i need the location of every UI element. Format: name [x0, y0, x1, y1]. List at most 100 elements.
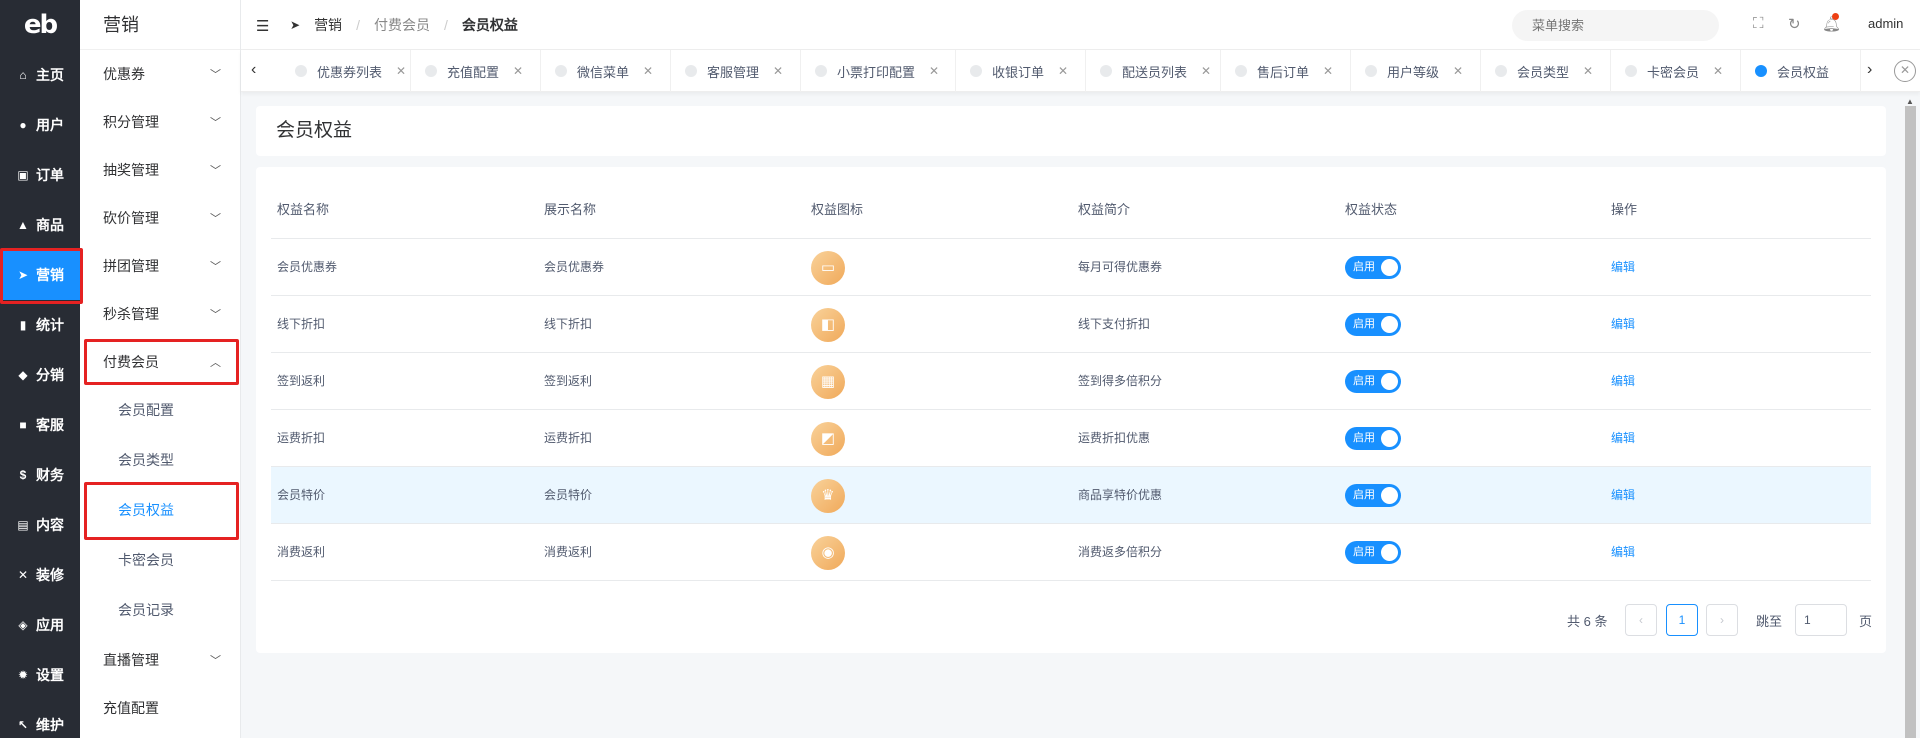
tab-item[interactable]: 充值配置 ✕ — [411, 50, 541, 92]
tab-close-icon[interactable]: ✕ — [1201, 64, 1211, 78]
prev-page-button[interactable]: ‹ — [1625, 604, 1657, 636]
tab-item[interactable]: 售后订单 ✕ — [1221, 50, 1351, 92]
edit-link[interactable]: 编辑 — [1611, 524, 1635, 581]
submenu-item-3[interactable]: 砍价管理 ﹀ — [80, 194, 241, 242]
tab-close-icon[interactable]: ✕ — [643, 64, 653, 78]
breadcrumb-item[interactable]: 付费会员 — [374, 15, 430, 35]
status-toggle[interactable]: 启用 — [1345, 484, 1401, 507]
edit-link[interactable]: 编辑 — [1611, 467, 1635, 524]
submenu-item-label: 会员类型 — [118, 452, 174, 468]
rail-item-10[interactable]: ✕ 装修 — [0, 550, 80, 600]
rail-item-13[interactable]: ↖ 维护 — [0, 700, 80, 738]
rail-item-1[interactable]: ● 用户 — [0, 100, 80, 150]
chevron-down-icon: ﹀ — [210, 261, 221, 273]
status-toggle[interactable]: 启用 — [1345, 427, 1401, 450]
tab-status-dot — [815, 65, 827, 77]
collapse-menu-icon[interactable]: ☰ — [256, 17, 269, 35]
tab-status-dot — [1625, 65, 1637, 77]
submenu-item-label: 拼团管理 — [103, 258, 159, 274]
rail-item-2[interactable]: ▣ 订单 — [0, 150, 80, 200]
tab-item[interactable]: 配送员列表 ✕ — [1086, 50, 1221, 92]
submenu-item-12[interactable]: 直播管理 ﹀ — [80, 636, 241, 684]
status-toggle[interactable]: 启用 — [1345, 256, 1401, 279]
tab-item[interactable]: 卡密会员 ✕ — [1611, 50, 1741, 92]
submenu-item-10[interactable]: 卡密会员 — [80, 536, 241, 584]
submenu-item-2[interactable]: 抽奖管理 ﹀ — [80, 146, 241, 194]
submenu-item-label: 优惠券 — [103, 66, 145, 82]
scroll-up-icon[interactable]: ▲ — [1906, 97, 1914, 106]
status-toggle[interactable]: 启用 — [1345, 313, 1401, 336]
tab-item[interactable]: 收银订单 ✕ — [956, 50, 1086, 92]
tab-close-icon[interactable]: ✕ — [773, 64, 783, 78]
tab-close-icon[interactable]: ✕ — [1058, 64, 1068, 78]
rail-item-9[interactable]: ▤ 内容 — [0, 500, 80, 550]
submenu-item-11[interactable]: 会员记录 — [80, 586, 241, 634]
submenu-item-0[interactable]: 优惠券 ﹀ — [80, 50, 241, 98]
edit-link[interactable]: 编辑 — [1611, 296, 1635, 353]
edit-link[interactable]: 编辑 — [1611, 353, 1635, 410]
status-toggle[interactable]: 启用 — [1345, 370, 1401, 393]
next-page-button[interactable]: › — [1706, 604, 1738, 636]
benefit-name: 签到返利 — [277, 374, 326, 388]
rail-item-8[interactable]: $ 财务 — [0, 450, 80, 500]
fullscreen-icon[interactable]: ⛶ — [1753, 15, 1764, 32]
submenu-item-13[interactable]: 充值配置 — [80, 684, 241, 732]
rail-item-4[interactable]: ➤ 营销 — [0, 250, 80, 300]
tab-label: 用户等级 — [1387, 64, 1440, 80]
tab-item[interactable]: 微信菜单 ✕ — [541, 50, 671, 92]
breadcrumb-item[interactable]: 营销 — [314, 15, 342, 35]
user-name[interactable]: admin — [1868, 16, 1903, 31]
submenu-item-8[interactable]: 会员类型 — [80, 436, 241, 484]
rail-item-5[interactable]: ▮ 统计 — [0, 300, 80, 350]
submenu-item-label: 付费会员 — [103, 354, 159, 370]
tab-item[interactable]: 会员权益 — [1741, 50, 1861, 92]
tab-close-icon[interactable]: ✕ — [1323, 64, 1333, 78]
tab-label: 收银订单 — [992, 64, 1045, 80]
rail-item-3[interactable]: ▲ 商品 — [0, 200, 80, 250]
submenu-item-1[interactable]: 积分管理 ﹀ — [80, 98, 241, 146]
rail-item-label: 内容 — [36, 517, 64, 533]
tab-close-icon[interactable]: ✕ — [929, 64, 939, 78]
tab-item[interactable]: 客服管理 ✕ — [671, 50, 801, 92]
rail-item-12[interactable]: ✹ 设置 — [0, 650, 80, 700]
tab-status-dot — [685, 65, 697, 77]
rail-item-7[interactable]: ■ 客服 — [0, 400, 80, 450]
tab-item[interactable]: 用户等级 ✕ — [1351, 50, 1481, 92]
rail-item-11[interactable]: ◈ 应用 — [0, 600, 80, 650]
benefit-display-name: 签到返利 — [544, 374, 593, 388]
tab-close-icon[interactable]: ✕ — [513, 64, 523, 78]
tab-close-icon[interactable]: ✕ — [1583, 64, 1593, 78]
tab-close-icon[interactable]: ✕ — [1453, 64, 1463, 78]
tab-close-icon[interactable]: ✕ — [1713, 64, 1723, 78]
rail-item-6[interactable]: ◆ 分销 — [0, 350, 80, 400]
refresh-icon[interactable]: ↻ — [1788, 15, 1801, 33]
coin-icon: ◉ — [811, 536, 845, 570]
edit-link[interactable]: 编辑 — [1611, 410, 1635, 467]
submenu-item-6[interactable]: 付费会员 ︿ — [80, 338, 241, 386]
tag-icon: ◩ — [811, 422, 845, 456]
tabs-scroll-left-icon[interactable]: ‹ — [251, 61, 256, 79]
top-header: ☰ ➤ 营销 / 付费会员 / 会员权益 ⛶ ↻ 🔔︎ admin — [241, 0, 1920, 50]
submenu-item-7[interactable]: 会员配置 — [80, 386, 241, 434]
status-toggle-label: 启用 — [1353, 432, 1375, 444]
benefit-name: 运费折扣 — [277, 431, 326, 445]
benefit-intro: 线下支付折扣 — [1078, 317, 1151, 331]
page-scrollbar[interactable] — [1905, 106, 1916, 738]
submenu-item-label: 抽奖管理 — [103, 162, 159, 178]
tab-close-icon[interactable]: ✕ — [396, 64, 406, 78]
close-all-tabs-icon[interactable]: ✕ — [1894, 60, 1916, 82]
chevron-down-icon: ﹀ — [210, 213, 221, 225]
tab-item[interactable]: 会员类型 ✕ — [1481, 50, 1611, 92]
submenu-item-5[interactable]: 秒杀管理 ﹀ — [80, 290, 241, 338]
jump-page-input[interactable]: 1 — [1795, 604, 1847, 636]
menu-search-input[interactable] — [1512, 10, 1719, 41]
tabs-scroll-right-icon[interactable]: › — [1861, 61, 1879, 79]
tab-item[interactable]: 小票打印配置 ✕ — [801, 50, 956, 92]
submenu-item-9[interactable]: 会员权益 — [80, 486, 241, 534]
page-number-button[interactable]: 1 — [1666, 604, 1698, 636]
status-toggle[interactable]: 启用 — [1345, 541, 1401, 564]
submenu-item-4[interactable]: 拼团管理 ﹀ — [80, 242, 241, 290]
tab-item[interactable]: 优惠券列表 ✕ — [281, 50, 411, 92]
edit-link[interactable]: 编辑 — [1611, 239, 1635, 296]
rail-item-0[interactable]: ⌂ 主页 — [0, 50, 80, 100]
